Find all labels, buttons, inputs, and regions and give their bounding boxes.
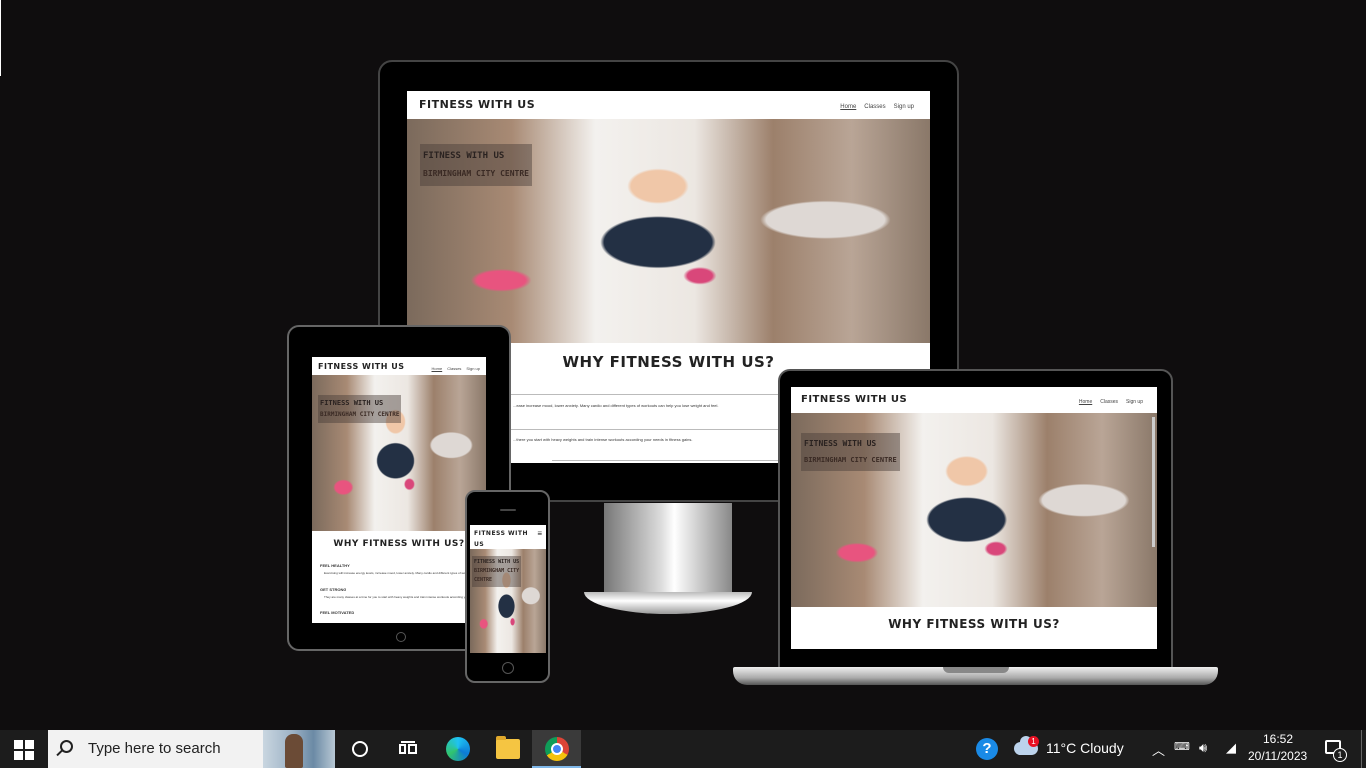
hero-subtitle: BIRMINGHAM CITY CENTRE <box>320 411 400 418</box>
windows-taskbar: Type here to search ? 1 11°C Cloudy ︿ ⌨ … <box>0 730 1366 768</box>
nav-classes-link[interactable]: Classes <box>864 104 885 110</box>
hero-image: FITNESS WITH US BIRMINGHAM CITY CENTRE <box>791 413 1157 607</box>
task-view-icon[interactable] <box>399 741 417 757</box>
nav-home-link[interactable]: Home <box>1079 399 1092 405</box>
chrome-icon[interactable] <box>545 737 569 761</box>
site-logo-line: US <box>474 541 485 548</box>
windows-start-icon[interactable] <box>14 740 34 760</box>
file-explorer-icon[interactable] <box>496 736 520 759</box>
tablet-home-button <box>396 632 406 642</box>
site-header: FITNESS WITH US ≡ <box>470 525 546 549</box>
hero-title: FITNESS WITH US <box>804 439 877 448</box>
hero-caption: FITNESS WITH US BIRMINGHAM CITY CENTRE <box>420 144 532 186</box>
chevron-up-icon[interactable]: ︿ <box>1152 740 1165 759</box>
feel-healthy-text: ...ease increase mood, lower anxiety. Ma… <box>513 403 719 408</box>
tablet-screen: FITNESS WITH US Home Classes Sign up FIT… <box>312 357 486 623</box>
volume-icon[interactable]: 🔊︎ <box>1199 740 1207 756</box>
screen-edge-mark <box>0 0 1 76</box>
hero-caption: FITNESS WITH US BIRMINGHAM CITY CENTRE <box>318 395 402 423</box>
site-header: FITNESS WITH US Home Classes Sign up <box>407 91 930 119</box>
hero-title: FITNESS WITH US <box>474 559 520 565</box>
phone-speaker <box>500 509 516 511</box>
taskbar-search-box[interactable]: Type here to search <box>48 730 335 768</box>
edge-icon[interactable] <box>446 737 470 761</box>
hero-subtitle: BIRMINGHAM CITY <box>474 568 520 574</box>
section-title: FEEL HEALTHY <box>320 563 350 568</box>
section-title: FEEL MOTIVATED <box>320 610 355 615</box>
hero-caption: FITNESS WITH US BIRMINGHAM CITY CENTRE <box>472 556 522 587</box>
monitor-stand-base <box>584 592 752 614</box>
get-strong-text: ...there you start with heavy weights an… <box>513 437 693 442</box>
site-logo[interactable]: FITNESS WITH US <box>318 362 405 371</box>
scrollbar[interactable] <box>1152 417 1155 547</box>
site-logo[interactable]: FITNESS WITH US <box>474 528 528 550</box>
site-header: FITNESS WITH US Home Classes Sign up <box>312 357 486 375</box>
phone-home-button <box>502 662 514 674</box>
laptop-device: FITNESS WITH US Home Classes Sign up FIT… <box>778 369 1173 669</box>
site-nav: Home Classes Sign up <box>840 104 914 110</box>
nav-home-link[interactable]: Home <box>840 104 856 110</box>
section-divider <box>552 460 782 461</box>
nav-home-link[interactable]: Home <box>432 366 443 371</box>
site-nav: Home Classes Sign up <box>1079 399 1143 405</box>
site-nav: Home Classes Sign up <box>432 366 480 371</box>
section-text: They are many classes at a time for you … <box>324 595 474 599</box>
site-logo[interactable]: FITNESS WITH US <box>419 98 535 111</box>
search-highlight-image[interactable] <box>263 730 335 768</box>
phone-screen: FITNESS WITH US ≡ FITNESS WITH US BIRMIN… <box>470 525 546 653</box>
phone-device: FITNESS WITH US ≡ FITNESS WITH US BIRMIN… <box>465 490 550 683</box>
why-heading: WHY FITNESS WITH US? <box>888 617 1060 631</box>
section-title: GET STRONG <box>320 587 347 592</box>
site-logo[interactable]: FITNESS WITH US <box>801 394 907 405</box>
laptop-notch <box>943 667 1009 673</box>
weather-text[interactable]: 11°C Cloudy <box>1046 740 1124 756</box>
hero-image: FITNESS WITH US BIRMINGHAM CITY CENTRE <box>407 119 930 343</box>
monitor-stand-neck <box>604 503 732 595</box>
site-logo-line: FITNESS WITH <box>474 530 528 537</box>
weather-alert-badge: 1 <box>1028 736 1039 747</box>
laptop-screen: FITNESS WITH US Home Classes Sign up FIT… <box>791 387 1157 649</box>
cortana-icon[interactable] <box>352 741 368 757</box>
nav-signup-link[interactable]: Sign up <box>466 366 480 371</box>
hero-image: FITNESS WITH US BIRMINGHAM CITY CENTRE <box>470 549 546 653</box>
hero-title: FITNESS WITH US <box>423 151 505 161</box>
hero-title: FITNESS WITH US <box>320 399 384 407</box>
clock-date[interactable]: 20/11/2023 <box>1248 749 1307 763</box>
nav-classes-link[interactable]: Classes <box>1100 399 1118 405</box>
ime-icon[interactable]: ⌨ <box>1174 740 1190 753</box>
show-desktop-button[interactable] <box>1361 730 1362 768</box>
why-heading: WHY FITNESS WITH US? <box>333 539 465 549</box>
hamburger-menu-icon[interactable]: ≡ <box>537 529 542 538</box>
hero-image: FITNESS WITH US BIRMINGHAM CITY CENTRE <box>312 375 486 531</box>
hero-subtitle: BIRMINGHAM CITY CENTRE <box>804 456 897 464</box>
search-icon <box>60 740 73 753</box>
network-icon[interactable]: ◢ <box>1226 740 1236 756</box>
notification-count-badge: 1 <box>1333 748 1347 762</box>
site-header: FITNESS WITH US Home Classes Sign up <box>791 387 1157 413</box>
nav-classes-link[interactable]: Classes <box>447 366 461 371</box>
hero-subtitle: BIRMINGHAM CITY CENTRE <box>423 169 529 178</box>
clock-time[interactable]: 16:52 <box>1262 732 1294 746</box>
nav-signup-link[interactable]: Sign up <box>894 104 914 110</box>
nav-signup-link[interactable]: Sign up <box>1126 399 1143 405</box>
search-placeholder: Type here to search <box>88 740 221 757</box>
section-text: Exercising will increase energy levels, … <box>324 571 474 575</box>
help-icon[interactable]: ? <box>976 738 998 760</box>
hero-caption: FITNESS WITH US BIRMINGHAM CITY CENTRE <box>801 433 900 471</box>
hero-subtitle: CENTRE <box>474 577 493 583</box>
